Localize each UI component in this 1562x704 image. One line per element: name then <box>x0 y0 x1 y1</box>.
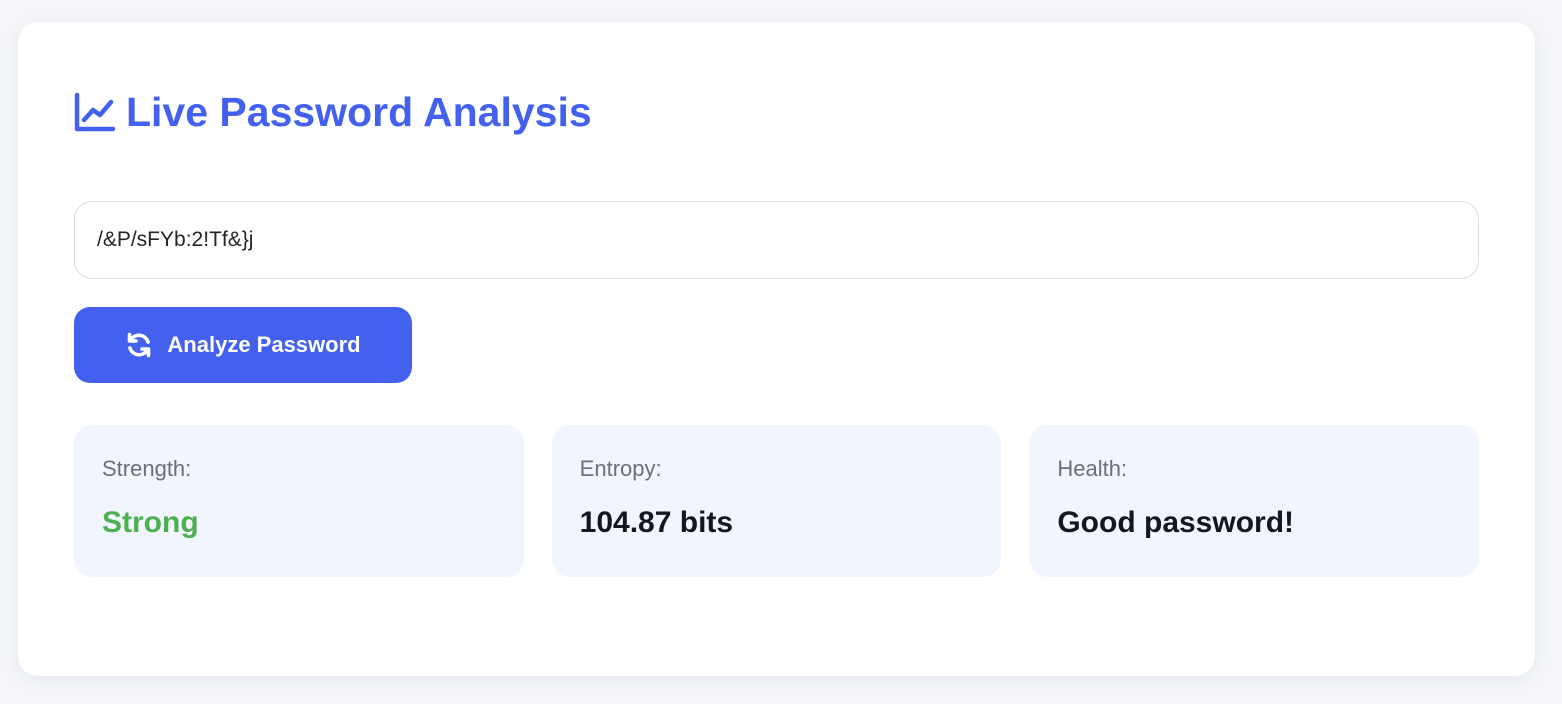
strength-value: Strong <box>102 506 199 539</box>
entropy-value: 104.87 bits <box>579 506 734 539</box>
entropy-label: Entropy: <box>579 456 662 481</box>
password-input[interactable] <box>74 201 1479 279</box>
strength-card: Strength: Strong <box>74 425 524 577</box>
analyze-password-button[interactable]: Analyze Password <box>74 307 412 383</box>
stats-row: Strength: Strong Entropy: 104.87 bits He… <box>74 425 1480 577</box>
refresh-icon <box>125 331 153 359</box>
entropy-card: Entropy: 104.87 bits <box>551 425 1002 577</box>
analyze-button-label: Analyze Password <box>167 332 361 357</box>
health-card: Health: Good password! <box>1029 425 1480 577</box>
page-title: Live Password Analysis <box>126 89 592 135</box>
chart-line-icon <box>74 91 116 133</box>
health-value: Good password! <box>1057 506 1295 539</box>
analysis-card: Live Password Analysis Analyze Password … <box>18 22 1535 676</box>
strength-label: Strength: <box>102 456 192 481</box>
health-label: Health: <box>1057 456 1128 481</box>
header: Live Password Analysis <box>74 88 592 136</box>
